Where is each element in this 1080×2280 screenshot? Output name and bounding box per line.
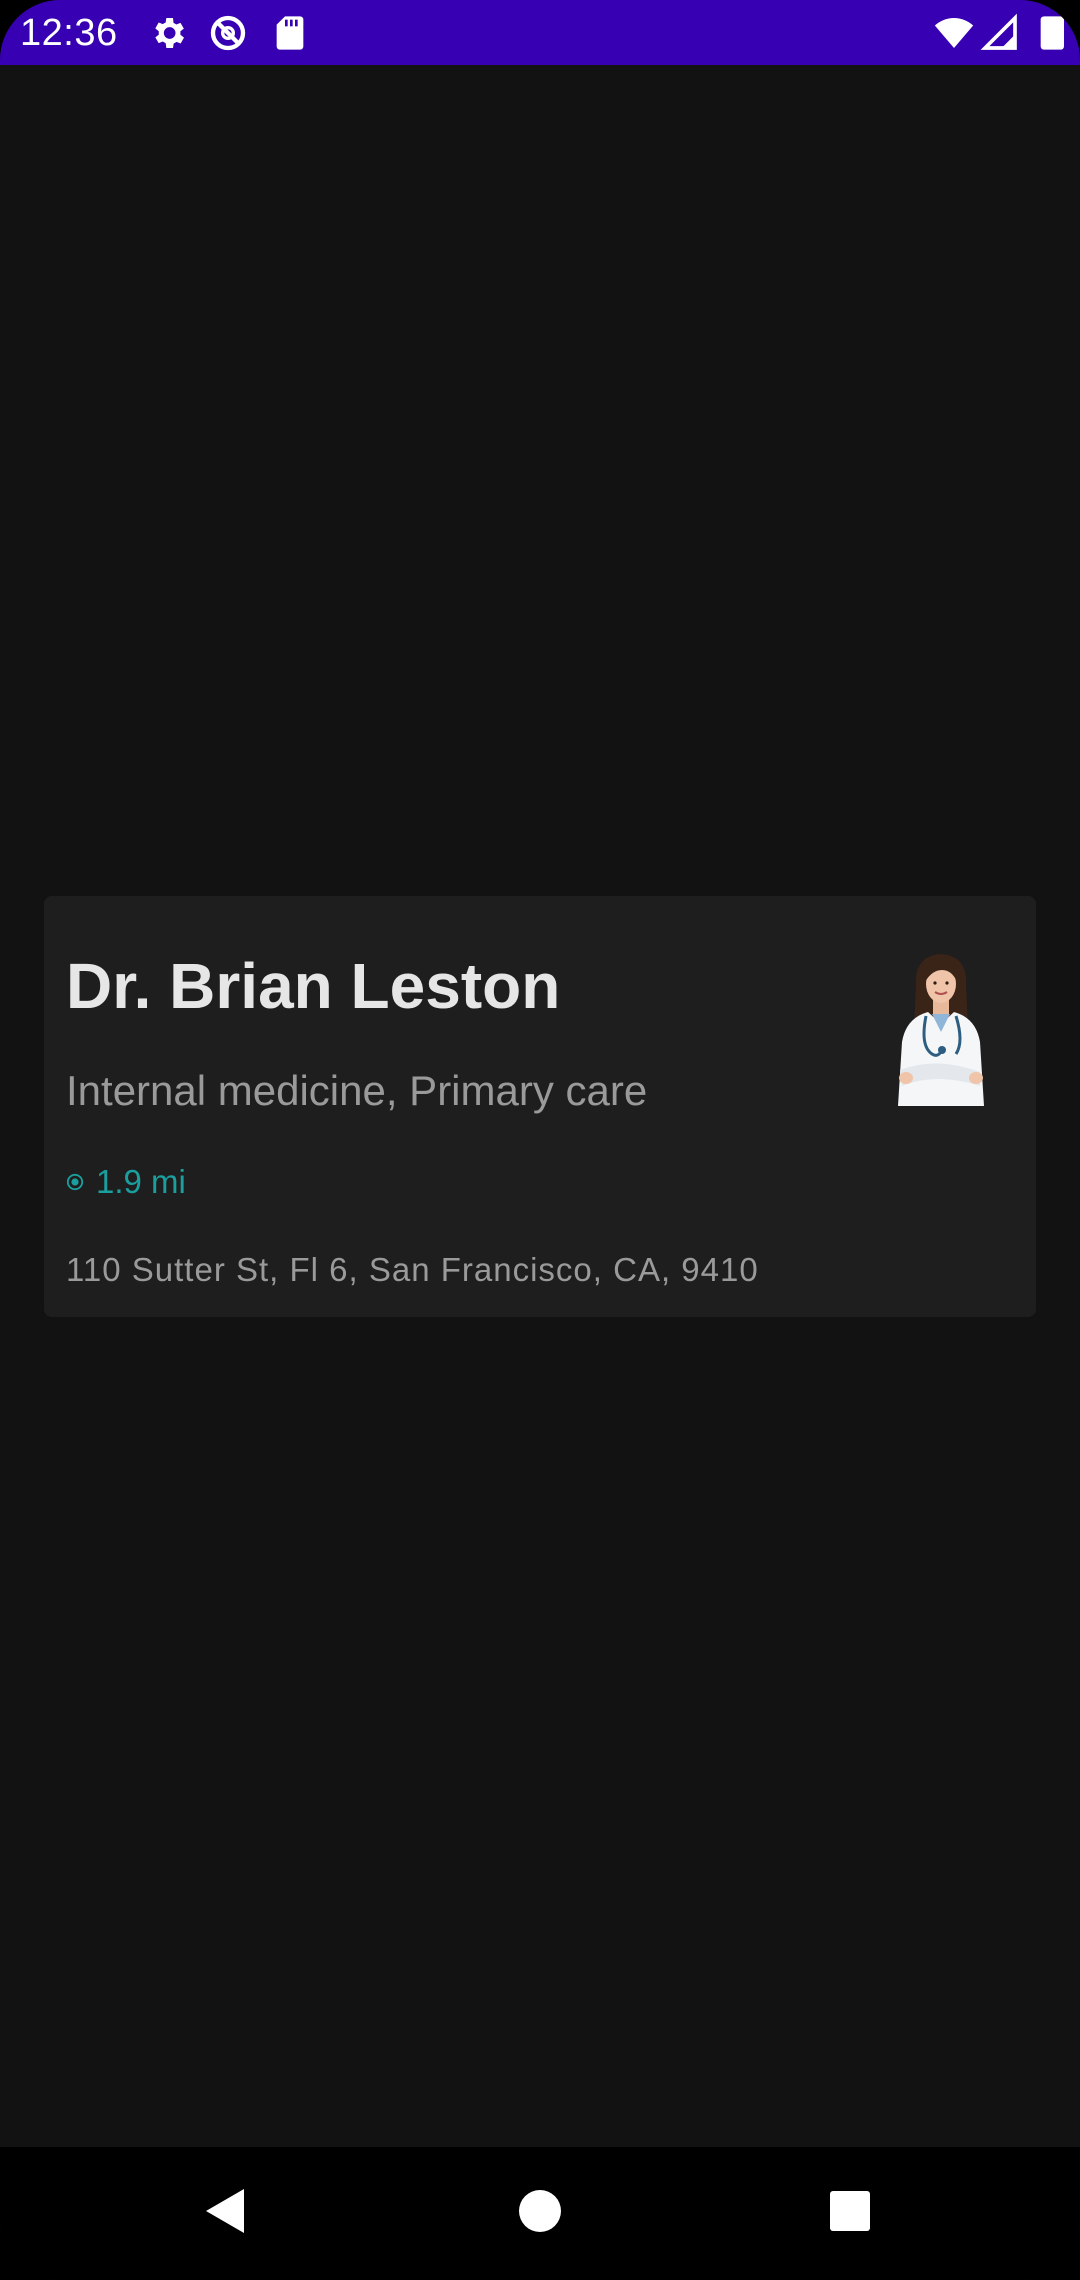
location-dot-icon bbox=[66, 1173, 84, 1191]
sd-card-icon bbox=[276, 16, 304, 50]
doctor-card[interactable]: Dr. Brian Leston Internal medicine, Prim… bbox=[44, 896, 1036, 1317]
status-bar: 12:36 bbox=[0, 0, 1080, 65]
wifi-icon bbox=[934, 18, 974, 48]
battery-icon bbox=[1040, 16, 1064, 50]
doctor-name: Dr. Brian Leston bbox=[66, 950, 561, 1022]
doctor-specialty: Internal medicine, Primary care bbox=[66, 1067, 648, 1114]
status-time: 12:36 bbox=[20, 12, 118, 54]
back-icon[interactable] bbox=[186, 2171, 266, 2251]
app-screen: 12:36 Dr. Brian Leston Internal medicine… bbox=[0, 0, 1080, 2280]
do-not-disturb-icon bbox=[210, 15, 246, 51]
doctor-portrait-icon bbox=[898, 954, 984, 1106]
distance-text: 1.9 mi bbox=[96, 1163, 186, 1200]
cell-signal-icon bbox=[980, 13, 1017, 50]
gear-icon bbox=[155, 18, 184, 48]
distance-row: 1.9 mi bbox=[66, 1160, 186, 1204]
doctor-address: 110 Sutter St, Fl 6, San Francisco, CA, … bbox=[66, 1251, 759, 1288]
home-icon[interactable] bbox=[500, 2171, 580, 2251]
navigation-bar bbox=[0, 2147, 1080, 2280]
recents-icon[interactable] bbox=[810, 2171, 890, 2251]
